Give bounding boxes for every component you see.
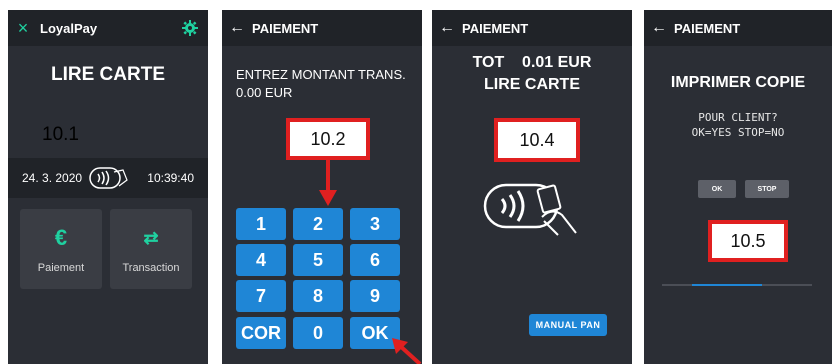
key-0[interactable]: 0: [293, 317, 343, 349]
answer-hint-line: OK=YES STOP=NO: [691, 126, 785, 139]
top-bar: ← PAIEMENT: [222, 10, 422, 46]
callout-arrow-down: [319, 160, 337, 206]
key-3[interactable]: 3: [350, 208, 400, 240]
question-text: POUR CLIENT? OK=YES STOP=NO: [644, 110, 832, 140]
prompt-line: ENTREZ MONTANT TRANS.: [236, 67, 406, 82]
key-8[interactable]: 8: [293, 280, 343, 312]
euro-icon: €: [54, 225, 68, 250]
tile-paiement[interactable]: € Paiement: [20, 209, 102, 289]
question-line: POUR CLIENT?: [698, 111, 778, 124]
back-arrow-icon[interactable]: ←: [644, 19, 674, 37]
key-6[interactable]: 6: [350, 244, 400, 276]
key-1[interactable]: 1: [236, 208, 286, 240]
screen-amount-entry: ← PAIEMENT ENTREZ MONTANT TRANS. 0.00 EU…: [222, 10, 422, 364]
total-amount: TOT 0.01 EUR: [472, 54, 592, 71]
screen-print-copy: ← PAIEMENT IMPRIMER COPIE POUR CLIENT? O…: [644, 10, 832, 364]
gear-icon[interactable]: [182, 20, 198, 39]
date-text: 24. 3. 2020: [22, 171, 83, 185]
annotation-callout: 10.4: [494, 118, 580, 162]
screen-title: PAIEMENT: [462, 20, 529, 36]
progress-track: [662, 284, 812, 286]
annotation-label: 10.1: [42, 124, 79, 145]
back-arrow-icon[interactable]: ←: [432, 19, 462, 37]
top-bar: × LoyalPay: [8, 10, 208, 46]
print-copy-heading: IMPRIMER COPIE: [670, 74, 806, 91]
contactless-card-icon: [89, 166, 129, 195]
progress-fill: [692, 284, 762, 286]
callout-arrow-to-ok: [392, 338, 422, 364]
tile-transaction[interactable]: ⇄ Transaction: [110, 209, 192, 289]
annotation-callout: 10.5: [708, 220, 788, 262]
key-7[interactable]: 7: [236, 280, 286, 312]
amount-prompt: ENTREZ MONTANT TRANS. 0.00 EUR: [236, 66, 406, 102]
screen-read-card: ← PAIEMENT TOT 0.01 EUR LIRE CARTE 10.4 …: [432, 10, 632, 364]
key-correct[interactable]: COR: [236, 317, 286, 349]
annotation-callout: 10.2: [286, 118, 370, 160]
key-9[interactable]: 9: [350, 280, 400, 312]
back-arrow-icon[interactable]: ←: [222, 19, 252, 37]
app-title: LoyalPay: [40, 20, 98, 36]
screen-title: PAIEMENT: [252, 20, 319, 36]
read-card-heading: LIRE CARTE: [484, 76, 580, 93]
contactless-payment-icon: [482, 177, 582, 242]
tile-label: Paiement: [37, 262, 85, 274]
close-icon[interactable]: ×: [8, 18, 38, 39]
time-text: 10:39:40: [147, 171, 194, 185]
key-4[interactable]: 4: [236, 244, 286, 276]
top-bar: ← PAIEMENT: [644, 10, 832, 46]
status-bar: 24. 3. 2020 10:39:40: [8, 158, 208, 198]
tile-label: Transaction: [122, 262, 180, 274]
ok-button[interactable]: OK: [698, 180, 736, 198]
screen-heading: LIRE CARTE: [51, 64, 165, 85]
key-2[interactable]: 2: [293, 208, 343, 240]
manual-pan-button[interactable]: MANUAL PAN: [529, 314, 607, 336]
screen-title: PAIEMENT: [674, 20, 741, 36]
transfer-arrows-icon: ⇄: [143, 228, 159, 248]
stop-button[interactable]: STOP: [745, 180, 789, 198]
key-5[interactable]: 5: [293, 244, 343, 276]
screen-loyalpay-home: × LoyalPay LIRE CARTE 10.1 24. 3. 2020 1…: [8, 10, 208, 364]
amount-value: 0.00 EUR: [236, 85, 293, 100]
top-bar: ← PAIEMENT: [432, 10, 632, 46]
